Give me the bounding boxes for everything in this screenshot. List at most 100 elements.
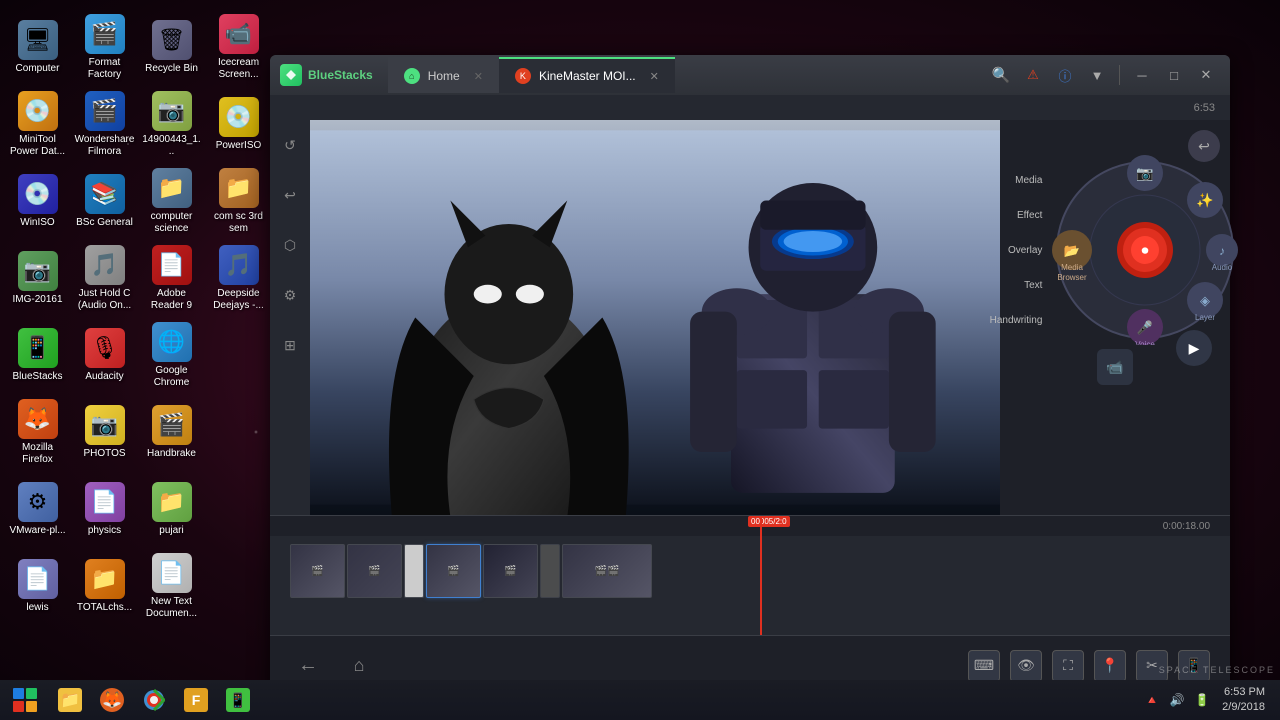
desktop-icon-compsci[interactable]: 📁 computer science [139, 164, 204, 239]
desktop-icon-justhold[interactable]: 🎵 Just Hold C (Audio On... [72, 241, 137, 316]
km-share-btn[interactable]: ⬡ [275, 230, 305, 260]
clip-2[interactable]: 🎬 [347, 544, 402, 598]
desktop-icon-physics[interactable]: 📄 physics [72, 472, 137, 547]
km-settings-btn[interactable]: ⚙ [275, 280, 305, 310]
maximize-btn[interactable]: □ [1160, 61, 1188, 89]
close-btn[interactable]: ✕ [1192, 61, 1220, 89]
tray-battery-icon[interactable]: 🔋 [1192, 690, 1212, 710]
toolbar-alert-btn[interactable]: ⚠ [1019, 61, 1047, 89]
audacity-icon: 🎙 [85, 328, 125, 368]
home-tab-label: Home [428, 69, 460, 83]
desktop-icon-vmware[interactable]: ⚙ VMware-pl... [5, 472, 70, 547]
desktop-icon-photos[interactable]: 📷 PHOTOS [72, 395, 137, 470]
clip-7[interactable]: 🎬🎬 [562, 544, 652, 598]
desktop-icon-audacity[interactable]: 🎙 Audacity [72, 318, 137, 393]
km-time-display: 6:53 [1194, 102, 1215, 114]
desktop-icon-14900[interactable]: 📷 14900443_1... [139, 87, 204, 162]
km-fullscreen-btn[interactable]: ⛶ [1052, 650, 1084, 682]
taskbar-explorer[interactable]: 📁 [50, 682, 90, 718]
desktop-icon-format[interactable]: 🎬 Format Factory [72, 10, 137, 85]
tray-network-icon[interactable]: 🔺 [1142, 690, 1162, 710]
desktop-icon-bluestacks[interactable]: 📱 BlueStacks [5, 318, 70, 393]
desktop-icon-newtext[interactable]: 📄 New Text Documen... [139, 549, 204, 624]
tray-volume-icon[interactable]: 🔊 [1167, 690, 1187, 710]
desktop-icon-bsc[interactable]: 📚 BSc General [72, 164, 137, 239]
km-effect-btn[interactable]: ✨ [1187, 182, 1223, 218]
bsc-label: BSc General [76, 217, 133, 229]
bluestacks-taskbar-icon: 📱 [226, 688, 250, 712]
km-browser-btn[interactable]: 📂 Media Browser [1052, 230, 1092, 282]
km-ring-menu: 📷 ✨ [1050, 155, 1240, 345]
compsci-label: computer science [141, 211, 202, 235]
start-sq-2 [26, 688, 37, 699]
video-frame [310, 120, 1000, 515]
km-location-btn[interactable]: 📍 [1094, 650, 1126, 682]
desktop-icon-handbrake[interactable]: 🎬 Handbrake [139, 395, 204, 470]
km-play-button[interactable]: ▶ [1176, 330, 1212, 366]
clip-5[interactable]: 🎬 [483, 544, 538, 598]
km-voice-btn[interactable]: 🎤 Voice [1127, 309, 1163, 345]
desktop-icon-total[interactable]: 📁 TOTALchs... [72, 549, 137, 624]
toolbar-info-btn[interactable]: ⓘ [1051, 61, 1079, 89]
home-tab-close[interactable]: ✕ [474, 70, 483, 83]
tab-kinemaster[interactable]: K KineMaster MOI... ✕ [499, 57, 675, 93]
minimize-btn[interactable]: ─ [1128, 61, 1156, 89]
desktop-icon-lewis[interactable]: 📄 lewis [5, 549, 70, 624]
desktop-icon-computer[interactable]: 🖥 Computer [5, 10, 70, 85]
desktop-icon-chrome[interactable]: 🌐 Google Chrome [139, 318, 204, 393]
clip-1[interactable]: 🎬 [290, 544, 345, 598]
format-taskbar-icon: F [184, 688, 208, 712]
toolbar-menu-btn[interactable]: ▼ [1083, 61, 1111, 89]
km-refresh-btn[interactable]: ↺ [275, 130, 305, 160]
desktop-icon-wondershare[interactable]: 🎬 Wondershare Filmora [72, 87, 137, 162]
img20161-icon: 📷 [18, 251, 58, 291]
clip-4[interactable]: 🎬 [426, 544, 481, 598]
km-layers-btn[interactable]: ⊞ [275, 330, 305, 360]
desktop-icon-poweriso[interactable]: 💿 PowerISO [206, 87, 271, 162]
comsc3rd-icon: 📁 [219, 168, 259, 208]
start-button[interactable] [5, 682, 45, 718]
desktop-icon-img20161[interactable]: 📷 IMG-20161 [5, 241, 70, 316]
km-keyboard-btn[interactable]: ⌨ [968, 650, 1000, 682]
desktop-icon-comsc3rd[interactable]: 📁 com sc 3rd sem [206, 164, 271, 239]
desktop-icon-pujari[interactable]: 📁 pujari [139, 472, 204, 547]
window-titlebar[interactable]: BlueStacks ⌂ Home ✕ K KineMaster MOI... … [270, 55, 1230, 95]
desktop-icon-deepside[interactable]: 🎵 Deepside Deejays -... [206, 241, 271, 316]
km-label-media: Media [990, 175, 1043, 186]
taskbar-firefox[interactable]: 🦊 [92, 682, 132, 718]
taskbar-chrome[interactable] [134, 682, 174, 718]
bsc-icon: 📚 [85, 174, 125, 214]
toolbar-search-btn[interactable]: 🔍 [987, 61, 1015, 89]
desktop: 🖥 Computer 💿 MiniTool Power Dat... 💿 Win… [0, 0, 1280, 720]
desktop-icon-firefox[interactable]: 🦊 Mozilla Firefox [5, 395, 70, 470]
svg-text:Layer: Layer [1195, 313, 1215, 322]
clip-3[interactable] [404, 544, 424, 598]
bluestacks-desktop-label: BlueStacks [12, 371, 62, 383]
taskbar-clock[interactable]: 6:53 PM 2/9/2018 [1217, 685, 1270, 716]
explorer-taskbar-icon: 📁 [58, 688, 82, 712]
kinemaster-tab-close[interactable]: ✕ [650, 70, 659, 83]
desktop-icon-recycle[interactable]: 🗑 Recycle Bin [139, 10, 204, 85]
taskbar-format[interactable]: F [176, 682, 216, 718]
adobe-icon: 📄 [152, 245, 192, 285]
km-audio-btn[interactable]: ♪ Audio [1206, 234, 1238, 272]
km-back-btn[interactable]: ← [290, 648, 326, 684]
km-panel-media-icon[interactable]: 📹 [1097, 349, 1133, 385]
km-view-btn[interactable]: 👁 [1010, 650, 1042, 682]
km-undo-btn[interactable]: ↩ [275, 180, 305, 210]
desktop-icon-winiso[interactable]: 💿 WinISO [5, 164, 70, 239]
firefox-icon: 🦊 [18, 399, 58, 439]
vmware-label: VMware-pl... [9, 525, 65, 537]
km-media-btn[interactable]: 📷 [1127, 155, 1163, 191]
desktop-icon-icecream[interactable]: 📹 Icecream Screen... [206, 10, 271, 85]
km-left-sidebar: ↺ ↩ ⬡ ⚙ ⊞ [270, 120, 310, 515]
window-controls: 🔍 ⚠ ⓘ ▼ ─ □ ✕ [987, 61, 1220, 89]
km-home-nav-btn[interactable]: ⌂ [341, 648, 377, 684]
clip-6[interactable] [540, 544, 560, 598]
tab-home[interactable]: ⌂ Home ✕ [388, 57, 499, 93]
desktop-icon-adobe[interactable]: 📄 Adobe Reader 9 [139, 241, 204, 316]
wondershare-icon: 🎬 [85, 91, 125, 131]
taskbar-bluestacks[interactable]: 📱 [218, 682, 258, 718]
desktop-icon-minitool[interactable]: 💿 MiniTool Power Dat... [5, 87, 70, 162]
svg-text:📷: 📷 [1137, 165, 1154, 182]
